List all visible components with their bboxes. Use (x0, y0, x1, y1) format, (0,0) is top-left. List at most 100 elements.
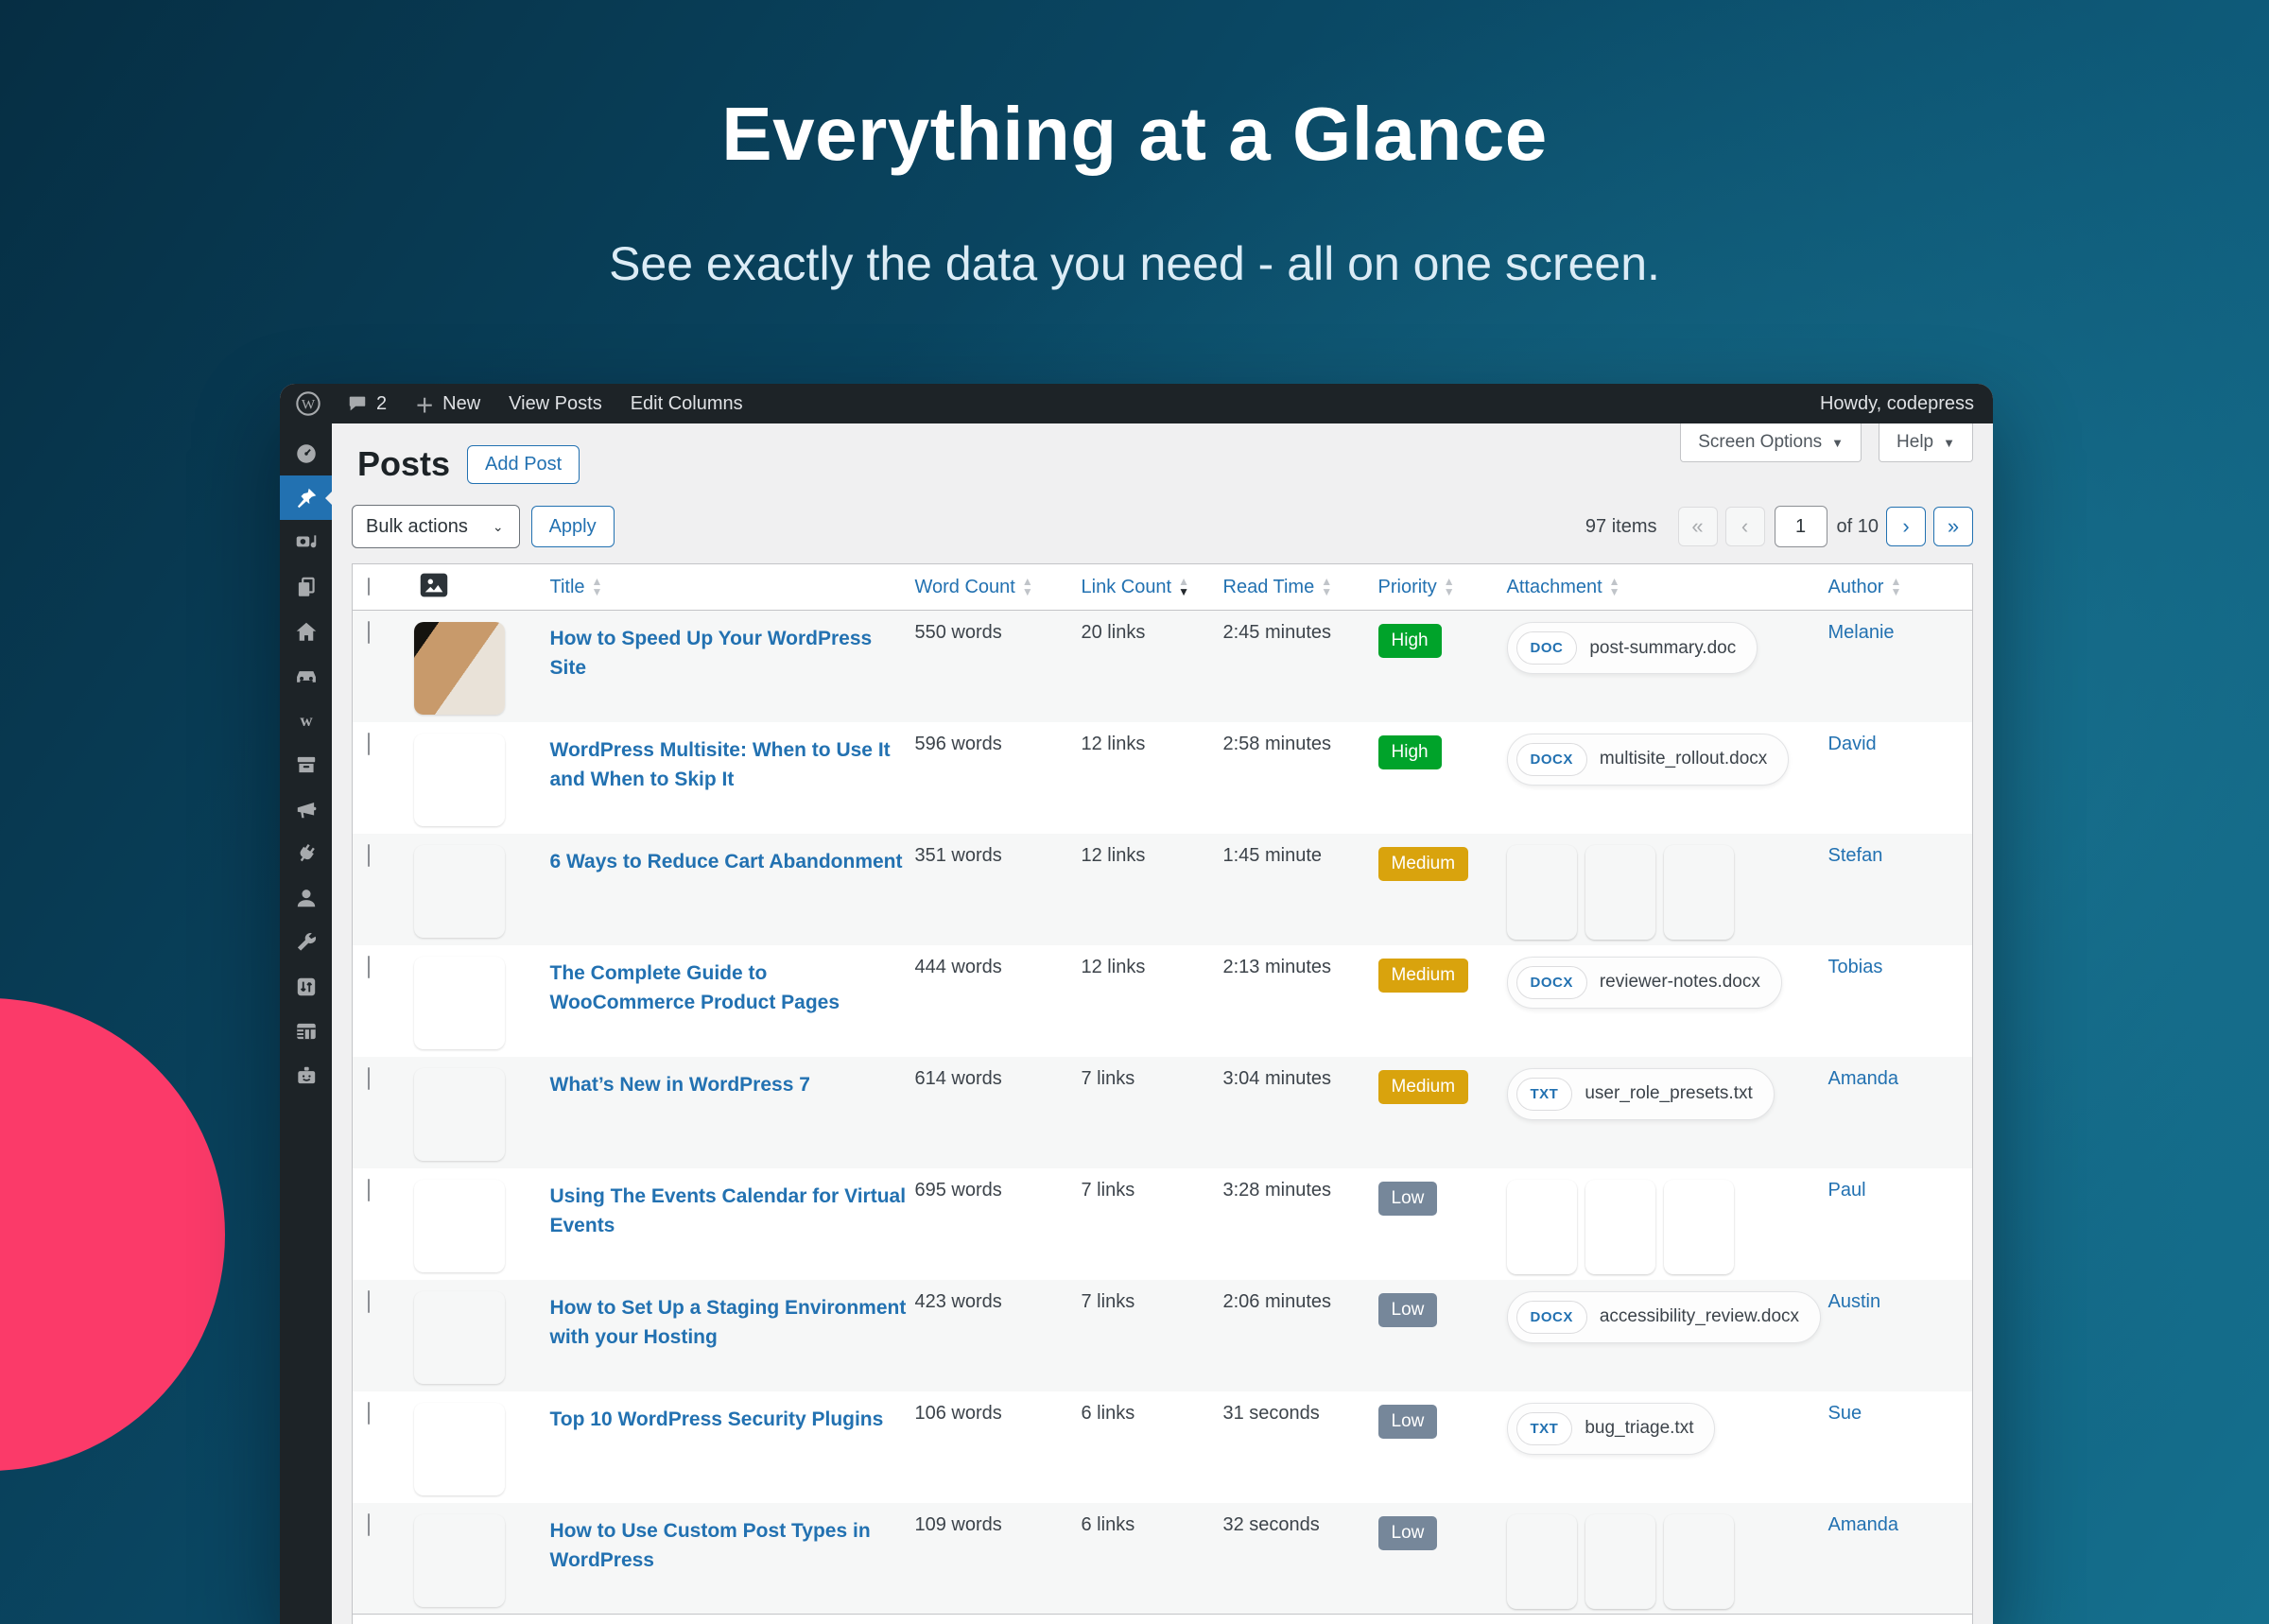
next-page-button[interactable]: › (1886, 507, 1926, 546)
post-thumbnail[interactable] (414, 1180, 505, 1272)
sidebar-item-admin-columns[interactable] (280, 1009, 332, 1053)
column-header-word-count[interactable]: Word Count ▲▼ (915, 577, 1033, 598)
post-title-link[interactable]: Using The Events Calendar for Virtual Ev… (550, 1180, 913, 1240)
row-checkbox[interactable] (368, 844, 370, 867)
prev-page-button[interactable]: ‹ (1725, 507, 1765, 546)
column-header-read-time[interactable]: Read Time ▲▼ (1223, 577, 1333, 598)
first-page-button[interactable]: « (1678, 507, 1718, 546)
column-header-priority[interactable]: Priority ▲▼ (1378, 577, 1455, 598)
sidebar-item-settings[interactable] (280, 964, 332, 1009)
column-header-attachment[interactable]: Attachment ▲▼ (1507, 577, 1620, 598)
column-header-link-count[interactable]: Link Count ▲▼ (1082, 577, 1190, 598)
post-title-link[interactable]: WordPress Multisite: When to Use It and … (550, 734, 913, 794)
author-link[interactable]: Stefan (1828, 845, 1883, 866)
sidebar-item-home[interactable] (280, 609, 332, 653)
row-checkbox[interactable] (368, 1290, 370, 1313)
attachment-chip[interactable]: DOCX reviewer-notes.docx (1507, 957, 1782, 1009)
admin-bar-account[interactable]: Howdy, codepress (1820, 393, 1993, 415)
post-thumbnail[interactable] (414, 1403, 505, 1495)
select-all-checkbox[interactable] (368, 578, 370, 596)
row-checkbox[interactable] (368, 1513, 370, 1536)
author-link[interactable]: Paul (1828, 1180, 1866, 1201)
sidebar-item-pages[interactable] (280, 564, 332, 609)
sidebar-item-posts[interactable] (280, 475, 332, 520)
post-title-link[interactable]: How to Speed Up Your WordPress Site (550, 622, 913, 682)
screen-options-button[interactable]: Screen Options ▼ (1680, 423, 1862, 462)
post-title-link[interactable]: How to Use Custom Post Types in WordPres… (550, 1514, 913, 1575)
attachment-image[interactable] (1585, 1180, 1655, 1274)
apply-button[interactable]: Apply (531, 506, 615, 547)
post-thumbnail[interactable] (414, 734, 505, 826)
sidebar-item-tools[interactable] (280, 920, 332, 964)
post-title-link[interactable]: 6 Ways to Reduce Cart Abandonment (550, 845, 903, 876)
sidebar-item-media[interactable] (280, 520, 332, 564)
help-button[interactable]: Help ▼ (1879, 423, 1973, 462)
post-thumbnail[interactable] (414, 1291, 505, 1384)
attachment-chip[interactable]: DOC post-summary.doc (1507, 622, 1758, 674)
column-header-author[interactable]: Author ▲▼ (1828, 577, 1902, 598)
row-checkbox[interactable] (368, 621, 370, 644)
read-time-cell: 31 seconds (1222, 1391, 1377, 1503)
attachment-image[interactable] (1507, 845, 1577, 940)
author-link[interactable]: Amanda (1828, 1068, 1899, 1089)
sidebar-item-plugins[interactable] (280, 831, 332, 875)
read-time-cell: 2:13 minutes (1222, 945, 1377, 1057)
sidebar-item-archive[interactable] (280, 742, 332, 786)
sidebar-item-vehicles[interactable] (280, 653, 332, 698)
sort-icon: ▲▼ (1321, 577, 1332, 597)
author-link[interactable]: Tobias (1828, 957, 1883, 977)
admin-bar-view-posts[interactable]: View Posts (494, 384, 616, 423)
sidebar-item-users[interactable] (280, 875, 332, 920)
author-link[interactable]: Melanie (1828, 622, 1895, 643)
current-page-input[interactable]: 1 (1775, 506, 1827, 547)
author-link[interactable]: Sue (1828, 1403, 1862, 1424)
sidebar-item-mascot-box[interactable] (280, 1053, 332, 1097)
attachment-chip[interactable]: TXT user_role_presets.txt (1507, 1068, 1775, 1120)
link-count-cell: 7 links (1081, 1280, 1222, 1391)
attachment-image[interactable] (1664, 845, 1734, 940)
svg-text:W: W (302, 396, 316, 412)
row-checkbox[interactable] (368, 1402, 370, 1425)
sidebar-item-announcements[interactable] (280, 786, 332, 831)
attachment-image[interactable] (1664, 1514, 1734, 1609)
row-checkbox[interactable] (368, 956, 370, 978)
admin-bar-new[interactable]: ＋ New (401, 384, 494, 423)
bulk-actions-select[interactable]: Bulk actions ⌄ (352, 505, 520, 548)
post-title-link[interactable]: How to Set Up a Staging Environment with… (550, 1291, 913, 1352)
author-link[interactable]: David (1828, 734, 1877, 754)
row-checkbox[interactable] (368, 1179, 370, 1201)
wordpress-logo[interactable]: W (280, 384, 333, 423)
attachment-image[interactable] (1507, 1514, 1577, 1609)
attachment-image[interactable] (1585, 1514, 1655, 1609)
column-header-title[interactable]: Title ▲▼ (550, 577, 603, 598)
priority-badge: Medium (1378, 847, 1469, 881)
attachment-chip[interactable]: DOCX multisite_rollout.docx (1507, 734, 1790, 786)
attachment-images (1507, 1514, 1827, 1609)
posts-table: Title ▲▼ Word Count ▲▼ Link Count ▲▼ Rea… (352, 563, 1973, 1624)
admin-bar-edit-columns[interactable]: Edit Columns (616, 384, 757, 423)
attachment-chip[interactable]: TXT bug_triage.txt (1507, 1403, 1716, 1455)
post-thumbnail[interactable] (414, 845, 505, 938)
post-thumbnail[interactable] (414, 1514, 505, 1607)
word-count-cell: 351 words (914, 834, 1081, 945)
post-title-link[interactable]: The Complete Guide to WooCommerce Produc… (550, 957, 913, 1017)
add-post-button[interactable]: Add Post (467, 445, 580, 484)
row-checkbox[interactable] (368, 1067, 370, 1090)
post-thumbnail[interactable] (414, 1068, 505, 1161)
author-link[interactable]: Amanda (1828, 1514, 1899, 1535)
post-title-link[interactable]: What’s New in WordPress 7 (550, 1068, 810, 1099)
attachment-image[interactable] (1585, 845, 1655, 940)
author-link[interactable]: Austin (1828, 1291, 1881, 1312)
post-thumbnail[interactable] (414, 957, 505, 1049)
sidebar-item-dashboard[interactable] (280, 431, 332, 475)
row-checkbox[interactable] (368, 733, 370, 755)
attachment-image[interactable] (1664, 1180, 1734, 1274)
sidebar-item-w-brand[interactable]: w (280, 698, 332, 742)
last-page-button[interactable]: » (1933, 507, 1973, 546)
attachment-chip[interactable]: DOCX accessibility_review.docx (1507, 1291, 1822, 1343)
post-thumbnail[interactable] (414, 622, 505, 715)
attachment-image[interactable] (1507, 1180, 1577, 1274)
post-title-link[interactable]: Top 10 WordPress Security Plugins (550, 1403, 884, 1434)
page-title: Posts (357, 444, 450, 484)
admin-bar-comments[interactable]: 2 (333, 384, 401, 423)
